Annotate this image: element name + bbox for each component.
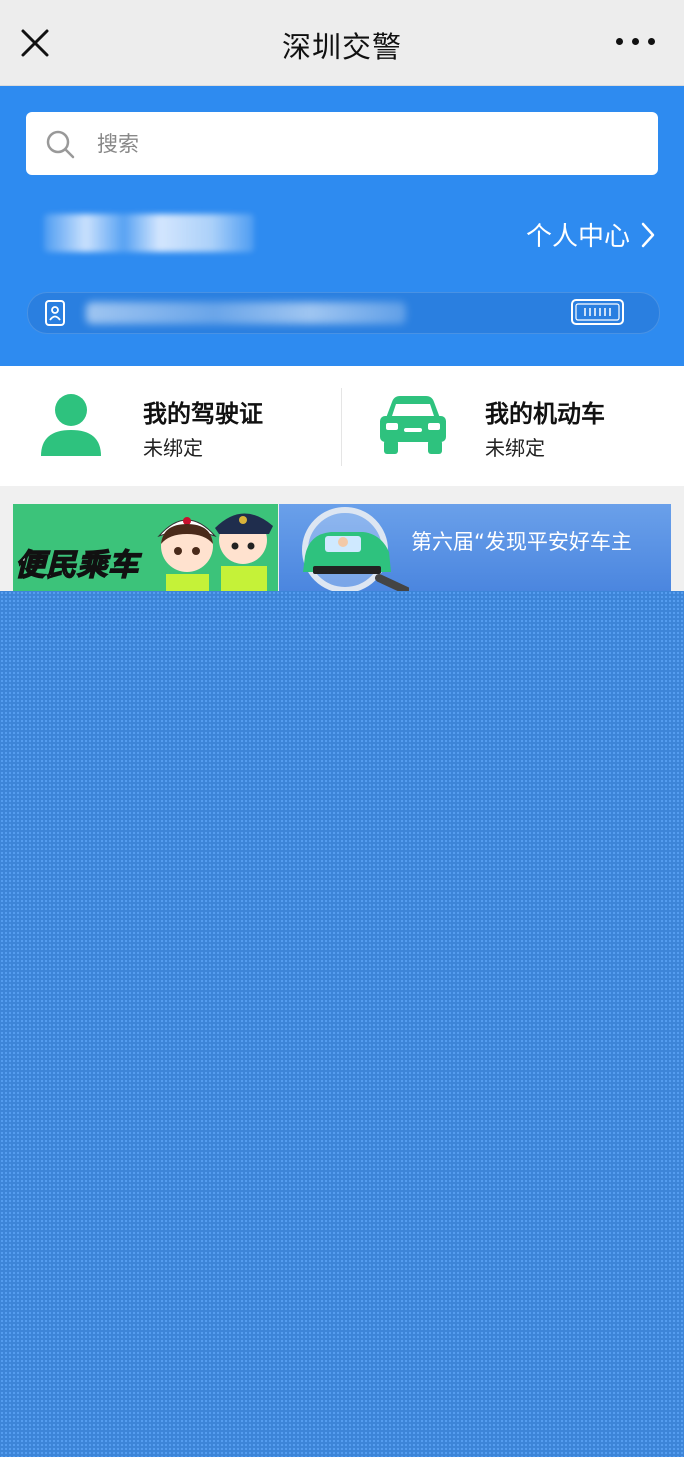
patterned-background	[0, 591, 684, 1457]
vehicle-title: 我的机动车	[485, 400, 605, 428]
id-card-icon	[45, 300, 65, 326]
driver-license-card[interactable]: 我的驾驶证 未绑定	[0, 366, 342, 486]
account-header: 搜索 个人中心	[0, 86, 684, 366]
blurred-id-number	[86, 302, 406, 324]
license-plate-icon[interactable]	[570, 298, 625, 326]
vehicle-card[interactable]: 我的机动车 未绑定	[342, 366, 684, 486]
police-cartoon-image	[157, 513, 273, 591]
user-row: 个人中心	[0, 206, 684, 266]
convenience-ride-text: 便民乘车	[14, 547, 139, 584]
id-number-bar[interactable]	[27, 292, 660, 334]
convenience-ride-banner[interactable]: 便民乘车	[13, 504, 278, 591]
personal-center-link[interactable]: 个人中心	[526, 216, 656, 253]
banner-area: 便民乘车 第六届“发现平安好车主	[0, 486, 684, 591]
safe-driver-text: 第六届“发现平安好车主	[411, 530, 632, 554]
personal-center-label: 个人中心	[525, 222, 630, 252]
more-icon[interactable]	[616, 38, 656, 50]
chevron-right-icon	[641, 222, 655, 247]
safe-driver-banner[interactable]: 第六届“发现平安好车主	[279, 504, 671, 591]
blurred-username	[44, 214, 254, 252]
page-title: 深圳交警	[281, 30, 402, 64]
person-icon	[41, 394, 101, 456]
binding-cards: 我的驾驶证 未绑定 我的机动车 未绑定	[0, 366, 684, 486]
car-icon	[380, 396, 446, 454]
top-bar: 深圳交警	[0, 0, 684, 86]
driver-license-status: 未绑定	[143, 436, 203, 460]
search-input[interactable]: 搜索	[26, 112, 658, 175]
magnifier-car-image	[302, 507, 409, 591]
search-icon	[46, 130, 75, 159]
search-placeholder: 搜索	[97, 132, 139, 156]
driver-license-title: 我的驾驶证	[143, 400, 263, 428]
vehicle-status: 未绑定	[485, 436, 545, 460]
